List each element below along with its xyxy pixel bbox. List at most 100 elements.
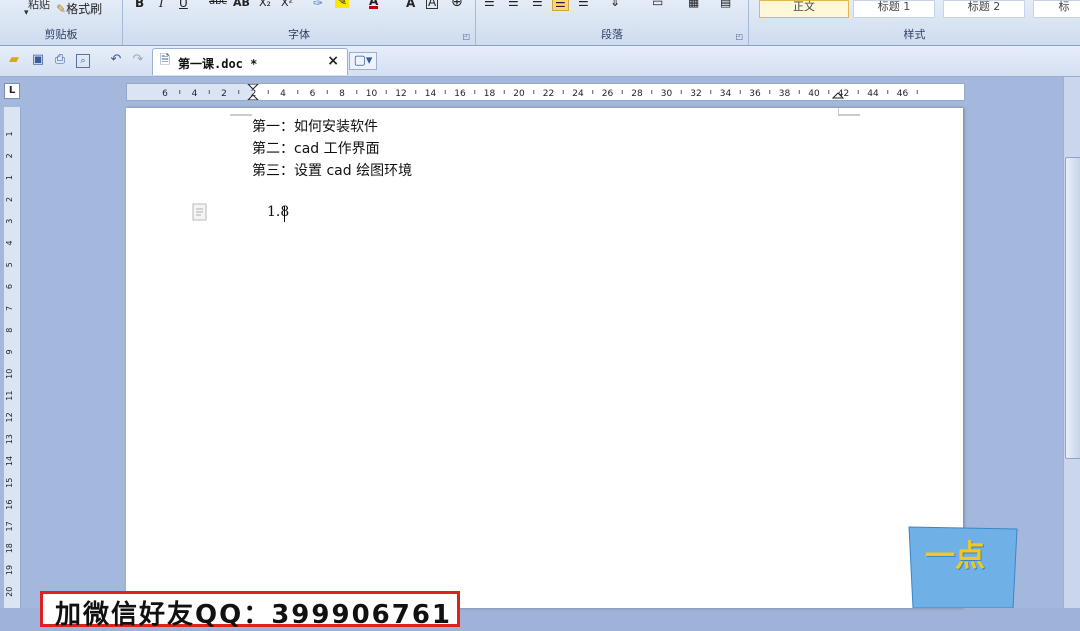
paste-dropdown-icon[interactable]: ▾: [24, 8, 29, 18]
vertical-ruler-label: 5: [5, 262, 14, 267]
vertical-ruler-label: 20: [5, 587, 14, 597]
char-border-button[interactable]: A: [426, 0, 439, 9]
ruler-tick-label: 2: [221, 89, 227, 99]
change-case-button[interactable]: AB: [233, 0, 250, 9]
borders-icon[interactable]: ▦: [688, 0, 699, 9]
vertical-ruler-label: 2: [5, 197, 14, 202]
ruler-tick-label: 12: [395, 89, 406, 99]
ruler-tick-label: 22: [543, 89, 554, 99]
font-dialog-launcher-icon[interactable]: ◰: [462, 32, 470, 41]
document-page[interactable]: 第一：如何安装软件 第二：cad 工作界面 第三：设置 cad 绘图环境 1.8: [126, 108, 963, 608]
highlight-icon[interactable]: ✎: [335, 0, 350, 8]
vertical-ruler-label: 19: [5, 565, 14, 575]
vertical-ruler-label: 12: [5, 412, 14, 422]
align-left-icon[interactable]: ☰: [484, 0, 495, 9]
paste-button[interactable]: 粘贴: [28, 0, 50, 12]
styles-group: 正文 标题 1 标题 2 标 样式: [749, 0, 1080, 45]
ruler-tick-label: 26: [602, 89, 614, 99]
text-caret: [284, 206, 285, 222]
vertical-ruler-label: 9: [5, 349, 14, 354]
horizontal-ruler[interactable]: 6 4 2 2 4 6 8 10 12 14 16 18 20 22 24 26 28 30 32 34 36 38 40 4…: [126, 83, 965, 101]
format-painter-label: 格式刷: [66, 2, 103, 16]
margin-corner-top-right: [838, 108, 860, 116]
distributed-icon[interactable]: ☰: [578, 0, 589, 9]
italic-button[interactable]: I: [159, 0, 164, 10]
ruler-tick-label: 14: [425, 89, 437, 99]
char-shading-button[interactable]: A: [406, 0, 415, 10]
document-tab[interactable]: 🗎 第一课.doc * ×: [152, 48, 348, 75]
doc-line-1[interactable]: 第一：如何安装软件: [252, 116, 378, 136]
vertical-ruler-label: 2: [5, 153, 14, 158]
vertical-ruler-ticks: 1212345678910111213141516171819202122: [5, 131, 14, 597]
format-painter-button[interactable]: ✎格式刷: [56, 0, 102, 17]
styles-group-label: 样式: [903, 28, 926, 41]
vertical-ruler-label: 16: [5, 500, 14, 510]
document-icon: 🗎: [159, 53, 171, 68]
scrollbar-thumb[interactable]: [1065, 157, 1080, 459]
open-folder-icon[interactable]: ▰: [6, 52, 22, 68]
ruler-tick-label: 24: [572, 89, 584, 99]
vertical-ruler-label: 3: [5, 219, 14, 224]
doc-line-3[interactable]: 第三：设置 cad 绘图环境: [252, 160, 412, 180]
vertical-scrollbar[interactable]: [1063, 77, 1080, 608]
clear-format-icon[interactable]: ✑: [313, 0, 323, 10]
ruler-tick-label: 16: [454, 89, 466, 99]
clipboard-group: 粘贴 ▾ ✎格式刷 剪贴板: [0, 0, 123, 45]
margin-corner-top-left: [230, 114, 252, 116]
strikethrough-button[interactable]: abc: [209, 0, 227, 7]
align-center-icon[interactable]: ☰: [508, 0, 519, 9]
new-tab-icon[interactable]: ▢▾: [349, 52, 377, 70]
ruler-tick-label: 6: [162, 89, 168, 99]
align-right-icon[interactable]: ☰: [532, 0, 543, 9]
ruler-tick-label: 18: [484, 89, 496, 99]
redo-icon[interactable]: ↷: [130, 52, 146, 68]
ruler-tick-label: 38: [779, 89, 791, 99]
close-tab-icon[interactable]: ×: [327, 53, 339, 69]
ribbon: 粘贴 ▾ ✎格式刷 剪贴板 B I U abc AB X₂ X² ✑ ✎ A A…: [0, 0, 1080, 46]
watermark-text: 一点: [925, 539, 985, 574]
style-heading-1[interactable]: 标题 1: [853, 0, 935, 18]
style-heading-3[interactable]: 标: [1033, 0, 1080, 18]
vertical-ruler[interactable]: 1212345678910111213141516171819202122: [4, 107, 21, 608]
ruler-tick-label: 4: [280, 89, 286, 99]
superscript-button[interactable]: X²: [281, 0, 293, 9]
vertical-ruler-label: 17: [5, 521, 14, 531]
doc-line-2[interactable]: 第二：cad 工作界面: [252, 138, 380, 158]
ruler-tick-label: 20: [513, 89, 525, 99]
subscript-button[interactable]: X₂: [259, 0, 271, 9]
paragraph-group-label: 段落: [601, 28, 623, 41]
vertical-ruler-label: 18: [5, 543, 14, 553]
vertical-ruler-label: 1: [5, 131, 14, 136]
justify-icon[interactable]: ☰: [552, 0, 569, 11]
contact-banner: 加微信好友QQ：399906761: [40, 591, 460, 630]
ruler-tick-label: 46: [897, 89, 909, 99]
enclose-char-button[interactable]: ⊕: [451, 0, 463, 10]
tab-stop-selector[interactable]: L: [4, 83, 20, 99]
undo-icon[interactable]: ↶: [108, 52, 124, 68]
print-preview-icon[interactable]: ⌕: [76, 54, 90, 68]
vertical-ruler-label: 1: [5, 175, 14, 180]
paragraph-more-icon[interactable]: ▤: [720, 0, 731, 9]
ruler-tick-label: 36: [749, 89, 761, 99]
paragraph-dialog-launcher-icon[interactable]: ◰: [735, 32, 743, 41]
ruler-tick-label: 8: [339, 89, 345, 99]
paragraph-handle-icon[interactable]: [192, 203, 208, 222]
shading-icon[interactable]: ▭: [652, 0, 663, 9]
save-icon[interactable]: ▣: [30, 52, 46, 68]
line-spacing-icon[interactable]: ⇕: [610, 0, 620, 9]
font-color-button[interactable]: A: [369, 0, 379, 9]
banner-text: 加微信好友QQ：399906761: [55, 600, 453, 630]
vertical-ruler-label: 4: [5, 240, 14, 245]
paragraph-group: ☰ ☰ ☰ ☰ ☰ ⇕ ▭ ▦ ▤ 段落 ◰: [476, 0, 749, 45]
style-heading-2[interactable]: 标题 2: [943, 0, 1025, 18]
vertical-ruler-label: 14: [5, 456, 14, 466]
style-normal[interactable]: 正文: [759, 0, 849, 18]
ruler-tick-label: 32: [690, 89, 701, 99]
font-group-label: 字体: [288, 28, 310, 41]
ruler-tick-label: 28: [631, 89, 643, 99]
ruler-tick-label: 34: [720, 89, 732, 99]
typing-line[interactable]: 1.8: [267, 204, 289, 220]
print-icon[interactable]: ⎙: [52, 52, 68, 68]
bold-button[interactable]: B: [135, 0, 144, 10]
underline-button[interactable]: U: [179, 0, 188, 10]
